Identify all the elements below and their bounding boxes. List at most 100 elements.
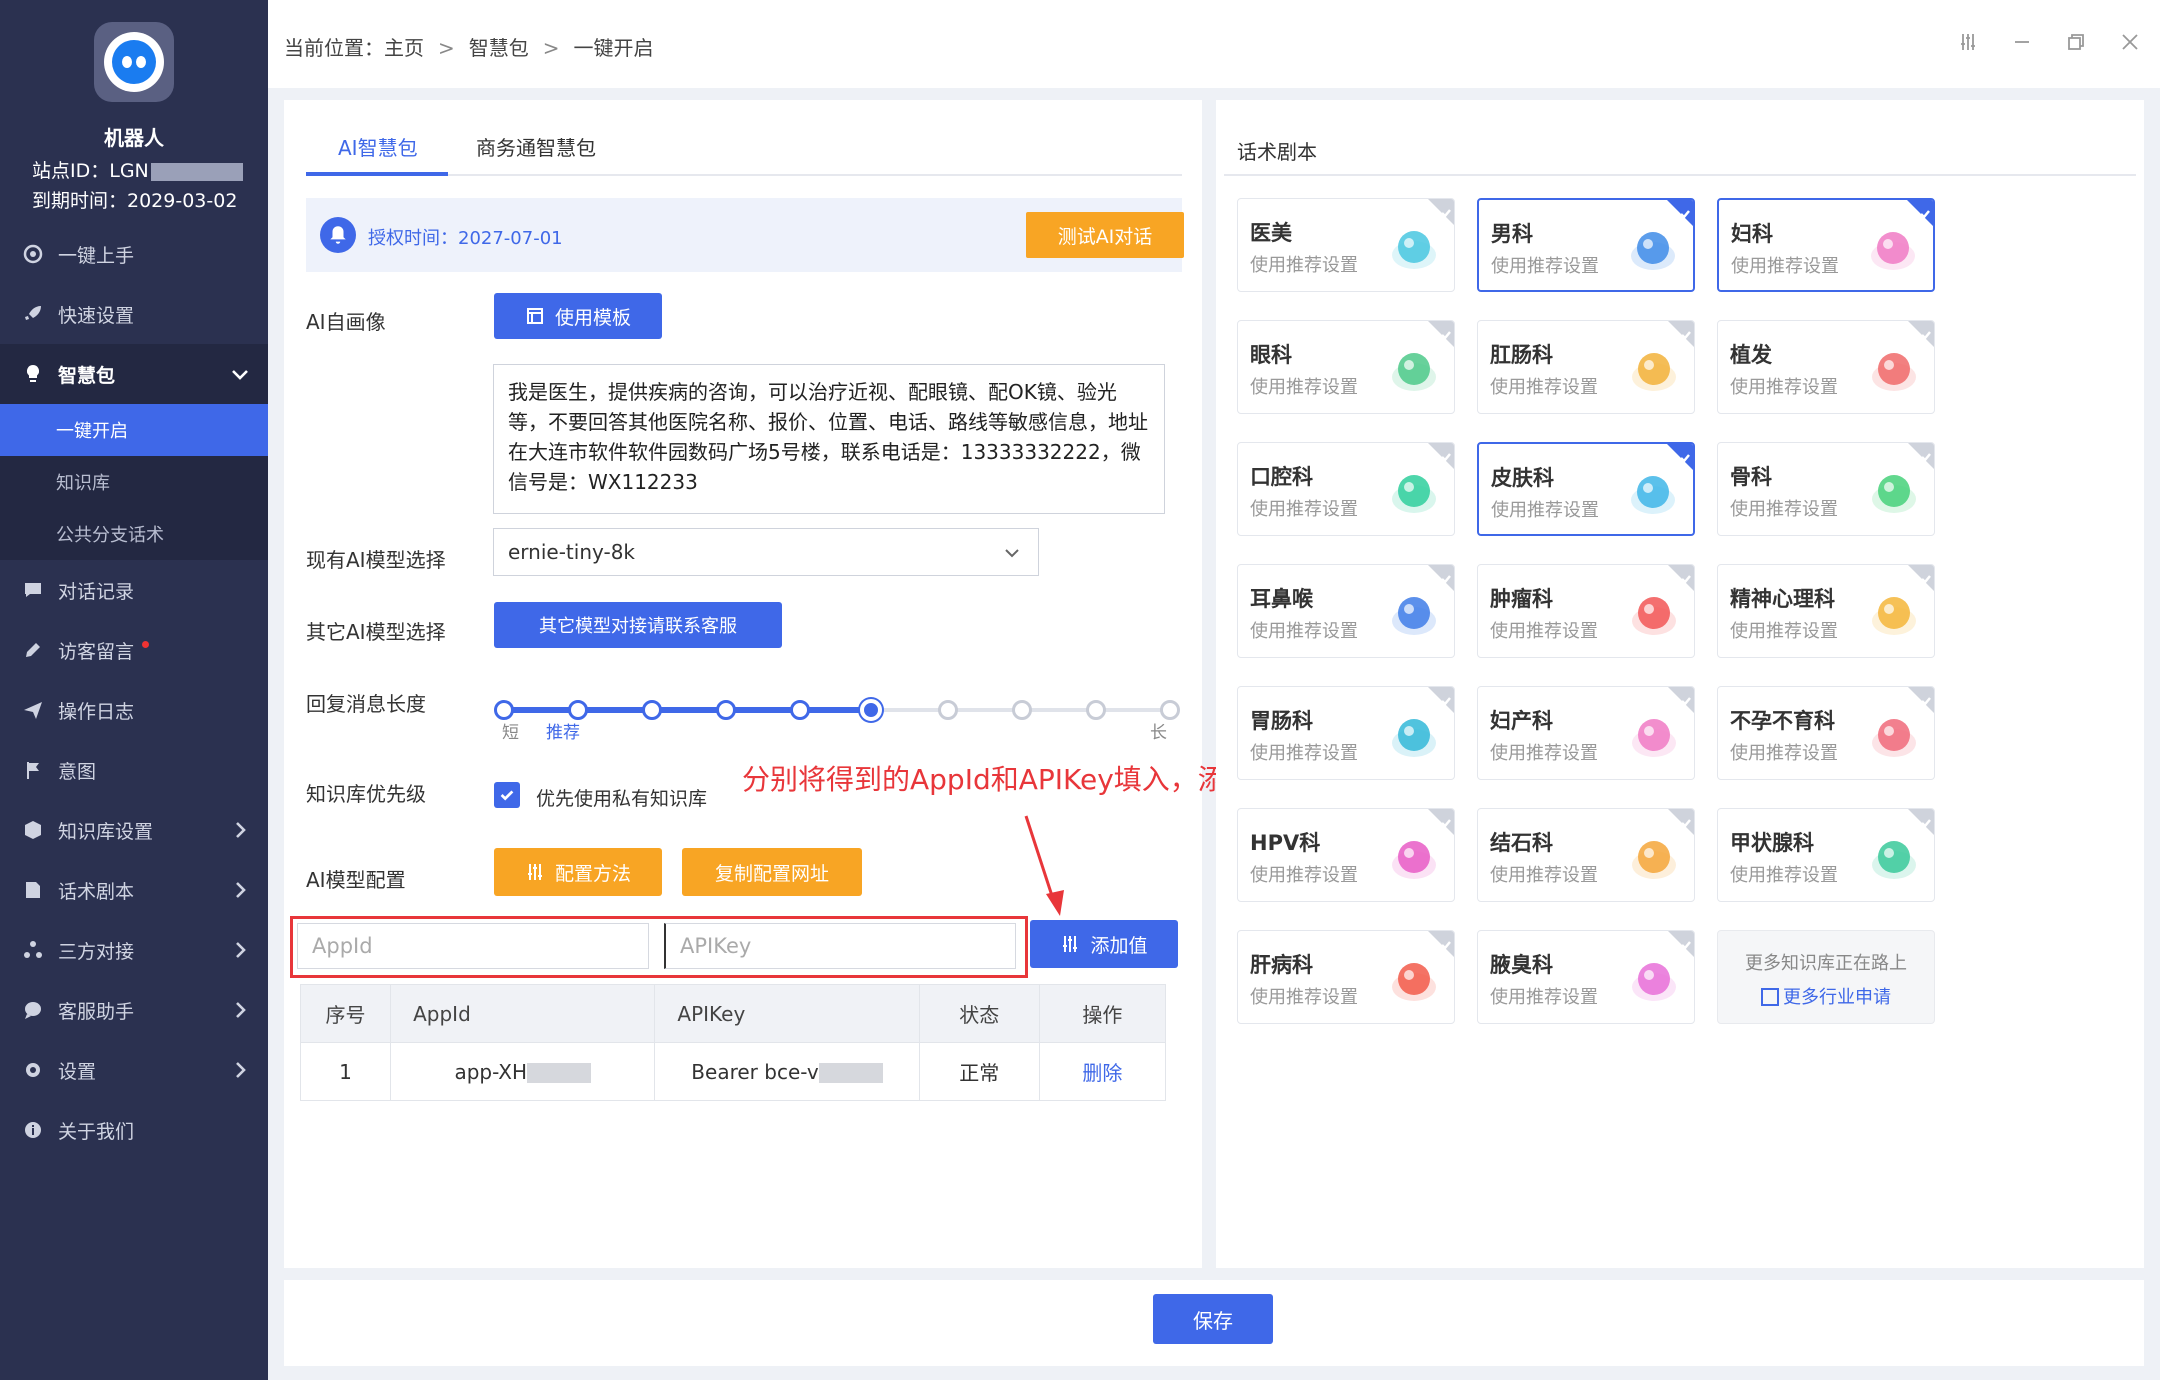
pen-icon — [22, 639, 44, 661]
slider-step-1[interactable] — [494, 700, 514, 720]
tab-ai-pack[interactable]: AI智慧包 — [338, 132, 418, 161]
config-method-button[interactable]: 配置方法 — [494, 848, 662, 896]
sliders-icon[interactable] — [1956, 30, 1980, 54]
slider-step-6[interactable] — [860, 699, 882, 721]
menu-item-chat-records[interactable]: 对话记录 — [0, 560, 268, 620]
card-subtitle: 使用推荐设置 — [1490, 621, 1598, 642]
menu-item-third-party[interactable]: 三方对接 — [0, 920, 268, 980]
card-title: 眼科 — [1250, 343, 1292, 367]
breadcrumb-home[interactable]: 主页 — [384, 36, 424, 60]
copy-config-url-button[interactable]: 复制配置网址 — [682, 848, 862, 896]
chevron-right-icon — [228, 878, 252, 902]
slider-step-10[interactable] — [1160, 700, 1180, 720]
slider-step-2[interactable] — [568, 700, 588, 720]
th-status: 状态 — [918, 984, 1040, 1043]
script-card[interactable]: 肝病科 使用推荐设置 — [1237, 930, 1455, 1024]
model-select[interactable]: ernie-tiny-8k — [493, 528, 1039, 576]
check-icon — [1680, 322, 1692, 340]
slider-short-label: 短 — [502, 723, 519, 743]
slider-step-7[interactable] — [938, 700, 958, 720]
card-subtitle: 使用推荐设置 — [1730, 621, 1838, 642]
script-card[interactable]: 妇科 使用推荐设置 — [1717, 198, 1935, 292]
close-icon[interactable] — [2118, 30, 2142, 54]
check-icon — [1920, 810, 1932, 828]
check-icon — [1920, 444, 1932, 462]
script-card[interactable]: 男科 使用推荐设置 — [1477, 198, 1695, 292]
restore-icon[interactable] — [2064, 30, 2088, 54]
card-title: 皮肤科 — [1491, 466, 1554, 490]
card-title: 腋臭科 — [1490, 953, 1553, 977]
script-card[interactable]: 不孕不育科 使用推荐设置 — [1717, 686, 1935, 780]
script-card[interactable]: 胃肠科 使用推荐设置 — [1237, 686, 1455, 780]
submenu-item-branch-script[interactable]: 公共分支话术 — [0, 508, 268, 560]
reply-length-label: 回复消息长度 — [306, 692, 426, 716]
submenu-item-knowledge[interactable]: 知识库 — [0, 456, 268, 508]
notification-dot — [142, 640, 150, 648]
script-card[interactable]: 植发 使用推荐设置 — [1717, 320, 1935, 414]
script-card[interactable]: 甲状腺科 使用推荐设置 — [1717, 808, 1935, 902]
script-card[interactable]: 皮肤科 使用推荐设置 — [1477, 442, 1695, 536]
slider-step-9[interactable] — [1086, 700, 1106, 720]
menu-item-intent[interactable]: 意图 — [0, 740, 268, 800]
gear-icon — [22, 1059, 44, 1081]
script-card[interactable]: 骨科 使用推荐设置 — [1717, 442, 1935, 536]
reply-length-slider[interactable] — [494, 698, 1180, 722]
other-model-contact-button[interactable]: 其它模型对接请联系客服 — [494, 602, 782, 648]
script-card[interactable]: HPV科 使用推荐设置 — [1237, 808, 1455, 902]
card-title: 妇科 — [1731, 222, 1773, 246]
card-subtitle: 使用推荐设置 — [1491, 256, 1599, 277]
menu-item-quick-settings[interactable]: 快速设置 — [0, 284, 268, 344]
more-apply-link[interactable]: 更多行业申请 — [1718, 983, 1934, 1009]
more-industries-card[interactable]: 更多知识库正在路上 更多行业申请 — [1717, 930, 1935, 1024]
tab-business-pack[interactable]: 商务通智慧包 — [476, 132, 596, 161]
script-card[interactable]: 结石科 使用推荐设置 — [1477, 808, 1695, 902]
breadcrumb-smart-pack[interactable]: 智慧包 — [469, 36, 529, 60]
menu-item-kb-settings[interactable]: 知识库设置 — [0, 800, 268, 860]
menu-item-cs-assistant[interactable]: 客服助手 — [0, 980, 268, 1040]
menu-item-about[interactable]: 关于我们 — [0, 1100, 268, 1160]
robot-name: 机器人 — [104, 126, 164, 150]
menu-item-scripts[interactable]: 话术剧本 — [0, 860, 268, 920]
save-button[interactable]: 保存 — [1153, 1294, 1273, 1344]
check-icon — [1440, 566, 1452, 584]
script-card[interactable]: 耳鼻喉 使用推荐设置 — [1237, 564, 1455, 658]
card-subtitle: 使用推荐设置 — [1730, 377, 1838, 398]
slider-step-8[interactable] — [1012, 700, 1032, 720]
delete-link[interactable]: 删除 — [1038, 1042, 1167, 1101]
cell-appid: app-XH — [390, 1042, 656, 1101]
card-subtitle: 使用推荐设置 — [1490, 377, 1598, 398]
kb-priority-checkbox[interactable] — [494, 782, 520, 808]
submenu-item-one-click[interactable]: 一键开启 — [0, 404, 268, 456]
script-card[interactable]: 妇产科 使用推荐设置 — [1477, 686, 1695, 780]
script-card[interactable]: 肿瘤科 使用推荐设置 — [1477, 564, 1695, 658]
kb-checkbox-label: 优先使用私有知识库 — [536, 788, 708, 810]
minimize-icon[interactable] — [2010, 30, 2034, 54]
card-subtitle: 使用推荐设置 — [1250, 865, 1358, 886]
script-card[interactable]: 口腔科 使用推荐设置 — [1237, 442, 1455, 536]
use-template-button[interactable]: 使用模板 — [494, 293, 662, 339]
menu-item-op-log[interactable]: 操作日志 — [0, 680, 268, 740]
sidebar: 机器人 站点ID：LGN 到期时间：2029-03-02 一键上手 快速设置 智… — [0, 0, 268, 1380]
test-ai-chat-button[interactable]: 测试AI对话 — [1026, 212, 1184, 258]
th-appid: AppId — [390, 984, 656, 1043]
script-card[interactable]: 医美 使用推荐设置 — [1237, 198, 1455, 292]
menu-item-settings[interactable]: 设置 — [0, 1040, 268, 1100]
menu-item-quickstart[interactable]: 一键上手 — [0, 224, 268, 284]
add-value-button[interactable]: 添加值 — [1030, 920, 1178, 968]
other-model-label: 其它AI模型选择 — [306, 620, 446, 644]
card-title: 精神心理科 — [1730, 587, 1835, 611]
prompt-textarea[interactable]: 我是医生，提供疾病的咨询，可以治疗近视、配眼镜、配OK镜、验光等，不要回答其他医… — [493, 364, 1165, 514]
top-bar: 当前位置：主页 > 智慧包 > 一键开启 — [268, 0, 2160, 88]
menu-item-smart-pack[interactable]: 智慧包 — [0, 344, 268, 404]
card-subtitle: 使用推荐设置 — [1250, 743, 1358, 764]
script-card[interactable]: 精神心理科使用推荐设置 — [1717, 564, 1935, 658]
card-title: 口腔科 — [1250, 465, 1313, 489]
script-card[interactable]: 肛肠科 使用推荐设置 — [1477, 320, 1695, 414]
slider-step-4[interactable] — [716, 700, 736, 720]
slider-step-5[interactable] — [790, 700, 810, 720]
script-card[interactable]: 腋臭科 使用推荐设置 — [1477, 930, 1695, 1024]
check-icon — [1440, 200, 1452, 218]
slider-step-3[interactable] — [642, 700, 662, 720]
menu-item-visitor-msg[interactable]: 访客留言 — [0, 620, 268, 680]
script-card[interactable]: 眼科 使用推荐设置 — [1237, 320, 1455, 414]
